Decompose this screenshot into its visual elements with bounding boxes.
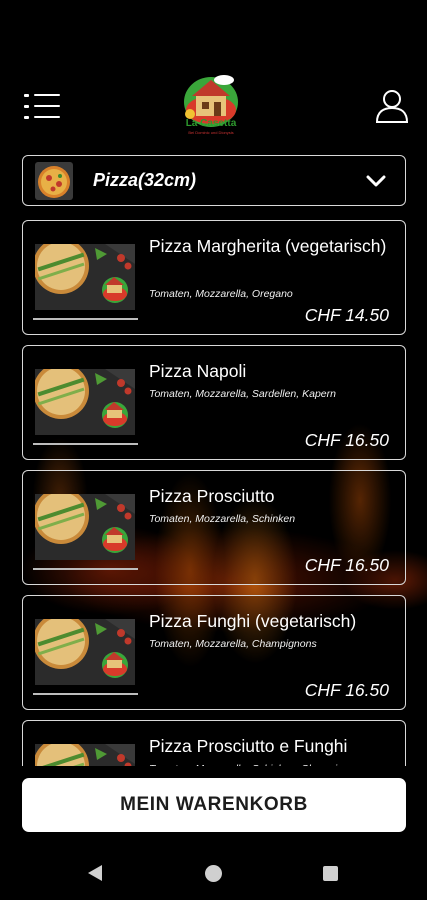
image-underline — [33, 443, 138, 445]
product-description: Tomaten, Mozzarella, Sardellen, Kapern — [149, 388, 336, 400]
home-circle-icon[interactable] — [205, 865, 222, 882]
user-profile-icon[interactable] — [374, 88, 410, 124]
cart-button-label: MEIN WARENKORB — [120, 794, 308, 815]
product-name: Pizza Margherita (vegetarisch) — [149, 236, 387, 256]
recent-square-icon[interactable] — [323, 866, 338, 881]
product-list[interactable]: Pizza Margherita (vegetarisch) Tomaten, … — [0, 218, 427, 766]
product-description: Tomaten, Mozzarella, Oregano — [149, 288, 293, 300]
product-price: CHF 16.50 — [304, 680, 389, 700]
product-description: Tomaten, Mozzarella, Champignons — [149, 638, 317, 650]
product-name: Pizza Prosciutto — [149, 486, 275, 506]
image-underline — [33, 318, 138, 320]
product-name: Pizza Funghi (vegetarisch) — [149, 611, 357, 631]
product-image — [35, 369, 135, 435]
product-price: CHF 14.50 — [304, 305, 389, 325]
chevron-down-icon[interactable] — [365, 171, 387, 191]
logo-subtitle: Bei Dominic und Dionysis — [188, 130, 234, 135]
category-dropdown[interactable]: Pizza(32cm) — [22, 155, 406, 206]
back-triangle-icon[interactable] — [86, 864, 104, 882]
category-label: Pizza(32cm) — [93, 170, 197, 190]
image-underline — [33, 568, 138, 570]
product-card[interactable]: Pizza Napoli Tomaten, Mozzarella, Sardel… — [22, 345, 406, 460]
product-image — [35, 494, 135, 560]
product-description: Tomaten, Mozzarella, Schinken, Champigno… — [149, 763, 366, 766]
product-name: Pizza Napoli — [149, 361, 247, 381]
product-image — [35, 619, 135, 685]
product-price: CHF 16.50 — [304, 555, 389, 575]
menu-list-icon[interactable] — [24, 92, 60, 120]
product-price: CHF 16.50 — [304, 430, 389, 450]
product-card[interactable]: Pizza Prosciutto Tomaten, Mozzarella, Sc… — [22, 470, 406, 585]
image-underline — [33, 693, 138, 695]
product-image — [35, 244, 135, 310]
product-card[interactable]: Pizza Margherita (vegetarisch) Tomaten, … — [22, 220, 406, 335]
product-card[interactable]: Pizza Funghi (vegetarisch) Tomaten, Mozz… — [22, 595, 406, 710]
category-thumbnail — [35, 162, 73, 200]
product-name: Pizza Prosciutto e Funghi — [149, 736, 348, 756]
product-card[interactable]: Pizza Prosciutto e Funghi Tomaten, Mozza… — [22, 720, 406, 766]
logo-title: La Casetta — [185, 118, 237, 129]
cart-button[interactable]: MEIN WARENKORB — [22, 778, 406, 832]
system-navbar — [0, 848, 427, 900]
product-description: Tomaten, Mozzarella, Schinken — [149, 513, 296, 525]
product-image — [35, 744, 135, 766]
